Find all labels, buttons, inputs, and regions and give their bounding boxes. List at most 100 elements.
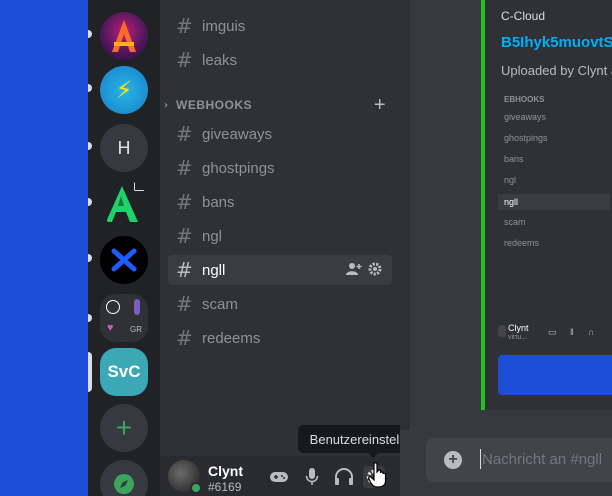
hash-icon: # — [176, 292, 193, 316]
mini-channel: redeems — [504, 238, 540, 248]
deafen-button[interactable] — [333, 466, 355, 488]
x-logo-icon — [111, 248, 137, 272]
bolt-icon: ⚡ — [115, 76, 133, 104]
compass-icon — [114, 474, 134, 494]
embed-description: Uploaded by Clynt a — [501, 63, 612, 78]
unread-pill — [88, 314, 92, 322]
mini-channel: scam — [504, 217, 526, 227]
unread-pill — [88, 142, 92, 150]
server-bolt-icon[interactable]: ⚡ — [100, 66, 148, 114]
channel-label: bans — [202, 193, 235, 211]
mini-headphones-icon: ∩ — [588, 327, 595, 337]
server-folder[interactable]: ♥ GR — [100, 294, 148, 342]
channel-label: ghostpings — [202, 159, 275, 177]
channel-giveaways[interactable]: # giveaways — [168, 119, 392, 149]
username: Clynt — [208, 463, 243, 479]
lock-icon — [106, 300, 120, 314]
channel-ghostpings[interactable]: # ghostpings — [168, 153, 392, 183]
mini-avatar — [498, 325, 506, 337]
mini-channel: bans — [504, 154, 524, 164]
channel-label: redeems — [202, 329, 261, 347]
channel-label: leaks — [202, 51, 238, 69]
category-label: WEBHOOKS — [176, 98, 252, 112]
unread-pill — [88, 198, 92, 206]
mini-blue-area — [498, 355, 612, 395]
hash-icon: # — [176, 14, 193, 38]
channel-ngll[interactable]: # ngll — [168, 255, 392, 285]
unread-pill — [88, 84, 92, 92]
microphone-icon — [305, 468, 319, 485]
channel-label: imguis — [202, 17, 246, 35]
message-composer[interactable]: + Nachricht an #ngll — [426, 438, 612, 482]
server-svc-label: SvC — [107, 362, 141, 381]
mini-user-sub: virtu... — [508, 334, 528, 341]
unread-pill — [88, 30, 92, 38]
hash-icon: # — [176, 122, 193, 146]
art-logo-icon — [112, 20, 136, 52]
category-webhooks[interactable]: › WEBHOOKS + — [164, 94, 396, 117]
invite-icon[interactable] — [346, 262, 362, 276]
mini-channel-active: ngll — [498, 194, 610, 210]
hash-icon: # — [176, 48, 193, 72]
explore-servers-button[interactable] — [100, 460, 148, 496]
mini-gamepad-icon: ▭ — [548, 327, 557, 337]
channel-label: ngl — [202, 227, 223, 245]
server-x-icon[interactable] — [100, 236, 148, 284]
server-svc[interactable]: SvC — [100, 348, 148, 396]
channel-redeems[interactable]: # redeems — [168, 323, 392, 353]
create-channel-button[interactable]: + — [374, 94, 386, 117]
embed-title-link[interactable]: B5Ihyk5muovtSz — [501, 34, 612, 51]
channel-leaks[interactable]: # leaks — [168, 45, 392, 75]
embed-provider: C-Cloud — [501, 9, 546, 23]
server-art-icon[interactable] — [100, 12, 148, 60]
channel-actions — [346, 262, 382, 276]
screen-share-icon — [134, 182, 146, 191]
server-green-icon[interactable] — [100, 180, 148, 228]
desktop-background — [0, 0, 88, 496]
mini-microphone-icon: ǁ — [570, 327, 574, 337]
user-panel: Clynt #6169 — [160, 456, 400, 496]
chevron-down-icon: › — [164, 99, 169, 111]
channel-scam[interactable]: # scam — [168, 289, 392, 319]
online-status-icon — [190, 482, 202, 494]
mini-category: EBHOOKS — [504, 95, 545, 104]
channel-imguis[interactable]: # imguis — [168, 11, 392, 41]
mini-username: Clynt — [508, 323, 529, 333]
channel-label: ngll — [202, 261, 226, 279]
channel-ngl[interactable]: # ngl — [168, 221, 392, 251]
embed-image[interactable]: EBHOOKS giveaways ghostpings bans ngl ng… — [498, 93, 612, 397]
server-h-label: H — [117, 137, 131, 159]
heart-icon: ♥ — [107, 322, 114, 334]
text-caret — [480, 449, 481, 469]
channel-bans[interactable]: # bans — [168, 187, 392, 217]
selected-pill — [88, 352, 92, 392]
mini-channel: ghostpings — [504, 133, 548, 143]
channel-label: scam — [202, 295, 238, 313]
gear-icon[interactable] — [368, 262, 382, 276]
folder-tag: GR — [130, 325, 142, 334]
server-h[interactable]: H — [100, 124, 148, 172]
message-input[interactable]: Nachricht an #ngll — [482, 451, 602, 468]
hash-icon: # — [176, 326, 193, 350]
gamepad-icon — [270, 472, 288, 482]
hash-icon: # — [176, 224, 193, 248]
mini-channel: ngl — [504, 175, 517, 185]
channel-label: giveaways — [202, 125, 273, 143]
hash-icon: # — [176, 156, 193, 180]
server-rail: ⚡ H ♥ GR SvC + — [88, 0, 160, 496]
hash-icon: # — [176, 258, 193, 282]
scrollbar-track[interactable] — [400, 0, 410, 430]
attach-plus-icon[interactable]: + — [444, 451, 462, 469]
unread-pill — [88, 254, 92, 262]
message-embed: C-Cloud B5Ihyk5muovtSz Uploaded by Clynt… — [481, 0, 612, 410]
mute-button[interactable] — [301, 466, 323, 488]
channel-sidebar: # imguis # leaks › WEBHOOKS + # giveaway… — [160, 0, 400, 496]
figure-icon — [134, 299, 140, 315]
headphones-icon — [335, 468, 353, 485]
hash-icon: # — [176, 190, 193, 214]
user-tag: #6169 — [208, 480, 242, 494]
plus-icon: + — [115, 412, 133, 443]
activity-button[interactable] — [268, 466, 290, 488]
mini-user-panel: Clynt virtu... ▭ ǁ ∩ — [498, 319, 612, 347]
add-server-button[interactable]: + — [100, 404, 148, 452]
